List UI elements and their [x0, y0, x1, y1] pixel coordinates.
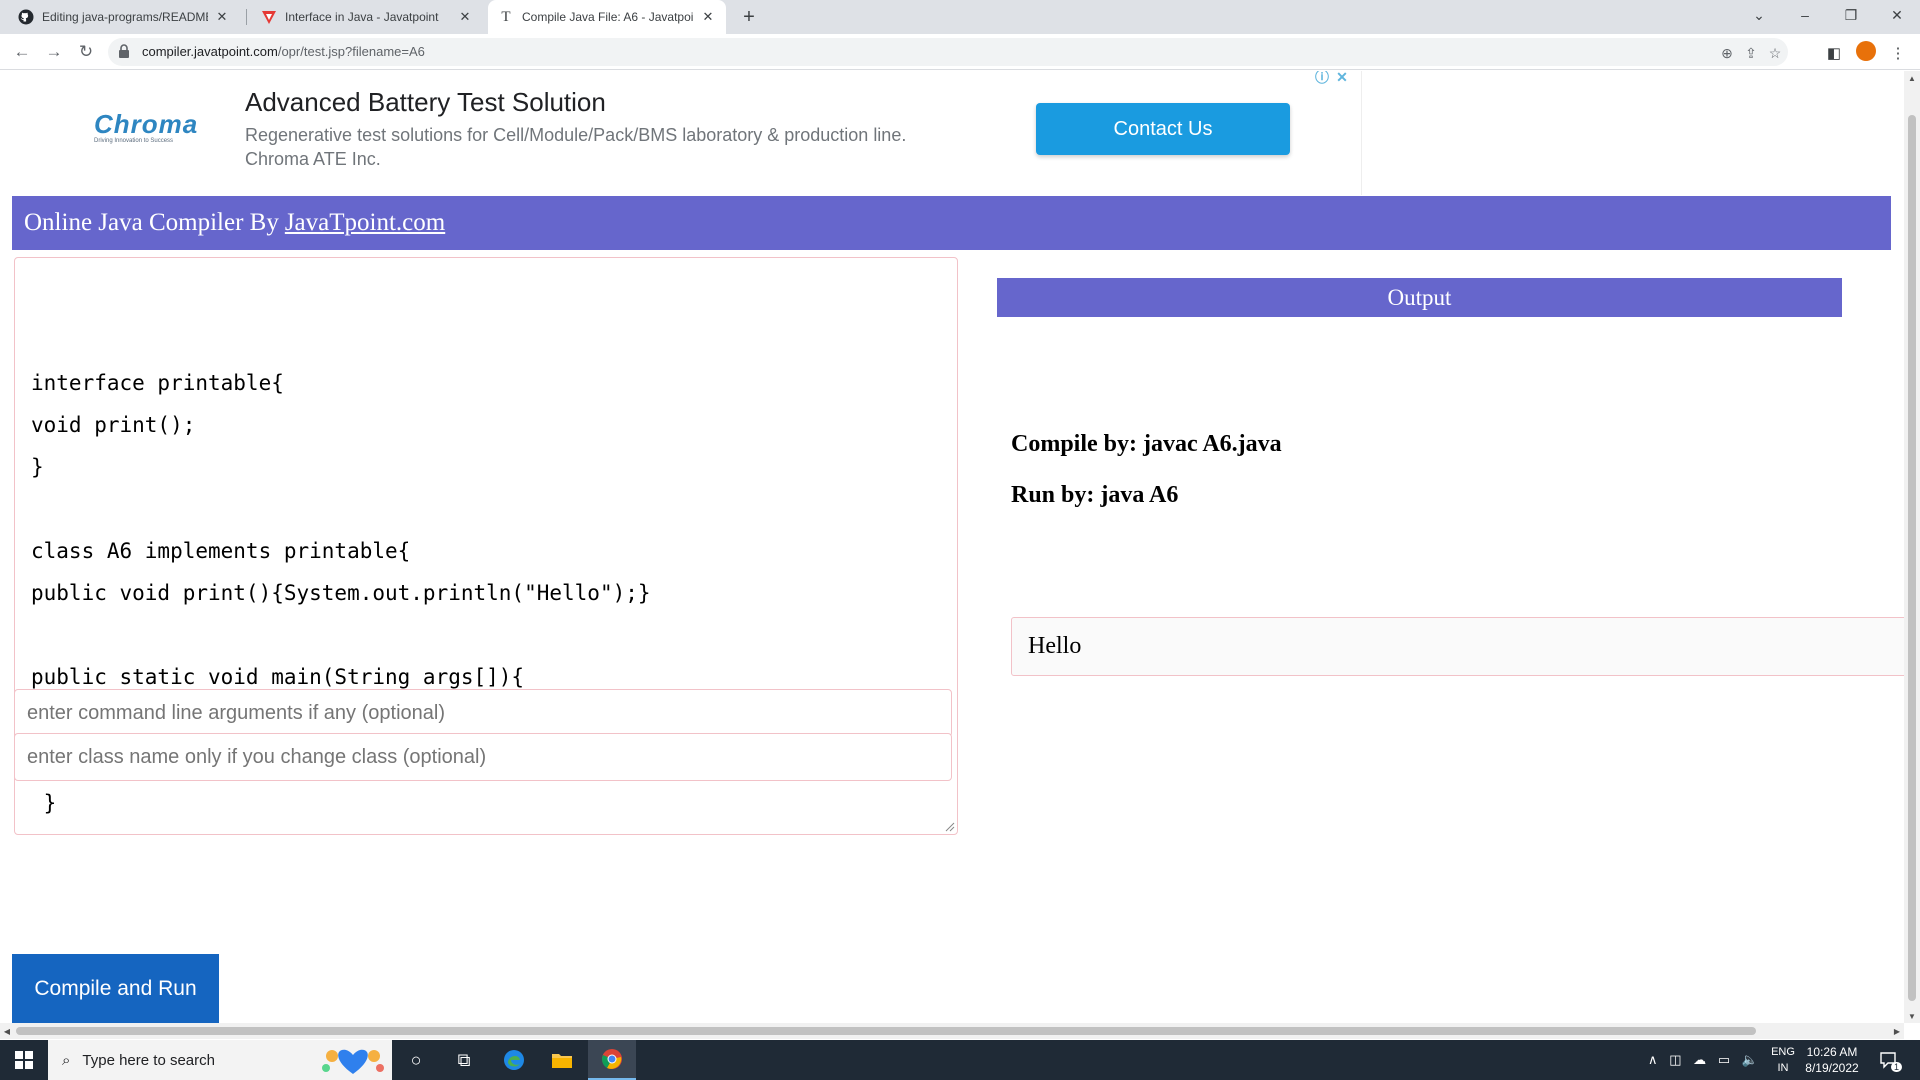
- tab-strip: Editing java-programs/README.md at main …: [0, 0, 1920, 34]
- chroma-logo[interactable]: Chroma Driving Innovation to Success: [94, 109, 204, 144]
- show-hidden-icons-icon[interactable]: ∧: [1648, 1052, 1658, 1068]
- lock-icon[interactable]: [118, 44, 132, 60]
- volume-muted-icon[interactable]: 🔈: [1742, 1052, 1758, 1068]
- clock[interactable]: 10:26 AM 8/19/2022: [1800, 1044, 1864, 1076]
- code-line: }: [31, 791, 57, 815]
- compile-and-run-button[interactable]: Compile and Run: [12, 954, 219, 1023]
- vertical-scroll-thumb[interactable]: [1908, 115, 1916, 1001]
- code-line: class A6 implements printable{: [31, 539, 411, 563]
- page-viewport: Chroma Driving Innovation to Success Adv…: [0, 71, 1904, 1023]
- search-icon: ⌕: [62, 1051, 71, 1069]
- ad-choices[interactable]: ⓘ ✕: [1314, 71, 1354, 87]
- url-text[interactable]: compiler.javatpoint.com/opr/test.jsp?fil…: [142, 44, 425, 59]
- javatpoint-link[interactable]: JavaTpoint.com: [285, 209, 445, 237]
- clock-time: 10:26 AM: [1806, 1045, 1858, 1059]
- output-header: Output: [997, 278, 1842, 317]
- task-view-icon[interactable]: ⧉: [440, 1040, 488, 1080]
- ad-description-line: Regenerative test solutions for Cell/Mod…: [245, 125, 907, 145]
- resize-grip-icon[interactable]: [945, 822, 955, 832]
- ad-banner[interactable]: Chroma Driving Innovation to Success Adv…: [12, 71, 1362, 195]
- notification-center-icon[interactable]: 1: [1876, 1048, 1902, 1072]
- restore-icon[interactable]: ❐: [1828, 0, 1874, 30]
- horizontal-scrollbar[interactable]: ◀ ▶: [0, 1023, 1904, 1039]
- page-title-prefix: Online Java Compiler By: [24, 209, 279, 236]
- meet-now-icon[interactable]: ◫: [1669, 1052, 1681, 1068]
- command-line-args-input[interactable]: [14, 689, 952, 737]
- back-arrow-icon[interactable]: ←: [10, 40, 34, 64]
- output-result: Hello: [1011, 617, 1904, 676]
- code-line: interface printable{: [31, 371, 284, 395]
- tab-title: Interface in Java - Javatpoint: [285, 10, 439, 24]
- scroll-up-icon[interactable]: ▲: [1904, 71, 1920, 85]
- taskbar: ⌕ Type here to search ○ ⧉ ∧ ◫ ☁ ▭ 🔈 ENG …: [0, 1040, 1920, 1080]
- scroll-down-icon[interactable]: ▼: [1904, 1009, 1920, 1023]
- new-tab-icon[interactable]: +: [737, 5, 761, 29]
- page-title: Online Java Compiler By JavaTpoint.com: [12, 196, 1891, 250]
- file-explorer-icon[interactable]: [538, 1040, 586, 1080]
- scroll-left-icon[interactable]: ◀: [0, 1023, 14, 1039]
- contact-us-button[interactable]: Contact Us: [1036, 103, 1290, 155]
- compile-command: Compile by: javac A6.java: [1011, 431, 1282, 457]
- search-highlight-art-icon[interactable]: [318, 1042, 388, 1078]
- forward-arrow-icon[interactable]: →: [42, 40, 66, 64]
- code-line: void print();: [31, 413, 196, 437]
- zoom-icon[interactable]: ⊕: [1718, 44, 1736, 62]
- horizontal-scroll-thumb[interactable]: [16, 1027, 1756, 1035]
- code-line: }: [31, 824, 941, 834]
- javatpoint-icon: [261, 9, 277, 25]
- onedrive-icon[interactable]: ☁: [1693, 1052, 1706, 1068]
- tab-title: Editing java-programs/README.md at main: [42, 10, 208, 24]
- logo-word: Chroma: [94, 109, 199, 139]
- run-command: Run by: java A6: [1011, 482, 1179, 508]
- tab-github-readme[interactable]: Editing java-programs/README.md at main …: [8, 0, 240, 34]
- code-line: }: [31, 455, 44, 479]
- input-language[interactable]: ENG IN: [1766, 1044, 1800, 1076]
- windows-start-icon[interactable]: [0, 1040, 48, 1080]
- minimize-icon[interactable]: –: [1782, 0, 1828, 30]
- class-name-input[interactable]: [14, 733, 952, 781]
- edge-icon[interactable]: [490, 1040, 538, 1080]
- ad-description: Regenerative test solutions for Cell/Mod…: [245, 123, 906, 171]
- ad-info-icon[interactable]: ⓘ: [1314, 71, 1330, 85]
- ad-close-icon[interactable]: ✕: [1334, 71, 1350, 85]
- share-icon[interactable]: ⇪: [1742, 44, 1760, 62]
- system-tray: ∧ ◫ ☁ ▭ 🔈: [1648, 1040, 1758, 1080]
- code-line: public void print(){System.out.println("…: [31, 581, 651, 605]
- close-icon[interactable]: ✕: [214, 9, 230, 25]
- address-bar[interactable]: compiler.javatpoint.com/opr/test.jsp?fil…: [108, 38, 1788, 66]
- side-panel-icon[interactable]: ◧: [1824, 43, 1844, 63]
- scroll-right-icon[interactable]: ▶: [1890, 1023, 1904, 1039]
- tab-title: Compile Java File: A6 - Javatpoint: [522, 10, 694, 24]
- window-close-icon[interactable]: ✕: [1874, 0, 1920, 30]
- tab-compile-java-file[interactable]: T Compile Java File: A6 - Javatpoint ✕: [488, 0, 726, 34]
- chrome-icon[interactable]: [588, 1040, 636, 1080]
- language-code: ENG: [1771, 1046, 1795, 1058]
- close-icon[interactable]: ✕: [700, 9, 716, 25]
- ad-advertiser: Chroma ATE Inc.: [245, 149, 381, 169]
- url-path: /opr/test.jsp?filename=A6: [277, 44, 425, 59]
- browser-toolbar: ← → ↻ compiler.javatpoint.com/opr/test.j…: [0, 34, 1920, 70]
- javatpoint-t-icon: T: [501, 8, 511, 25]
- taskbar-search-placeholder: Type here to search: [82, 1051, 215, 1069]
- reload-icon[interactable]: ↻: [74, 40, 98, 64]
- close-icon[interactable]: ✕: [457, 9, 473, 25]
- profile-avatar[interactable]: [1856, 41, 1876, 61]
- region-code: IN: [1777, 1062, 1789, 1074]
- url-host: compiler.javatpoint.com: [142, 44, 278, 59]
- ad-title[interactable]: Advanced Battery Test Solution: [245, 87, 606, 118]
- tab-search-icon[interactable]: ⌄: [1736, 0, 1782, 30]
- bookmark-star-icon[interactable]: ☆: [1766, 44, 1784, 62]
- network-icon[interactable]: ▭: [1718, 1052, 1730, 1068]
- notification-count: 1: [1890, 1062, 1902, 1072]
- clock-date: 8/19/2022: [1805, 1061, 1859, 1075]
- cortana-icon[interactable]: ○: [392, 1040, 440, 1080]
- menu-kebab-icon[interactable]: ⋮: [1888, 43, 1908, 63]
- tab-separator: [246, 9, 247, 25]
- github-icon: [18, 9, 34, 25]
- vertical-scrollbar[interactable]: ▲ ▼: [1904, 71, 1920, 1023]
- tab-interface-in-java[interactable]: Interface in Java - Javatpoint ✕: [251, 0, 483, 34]
